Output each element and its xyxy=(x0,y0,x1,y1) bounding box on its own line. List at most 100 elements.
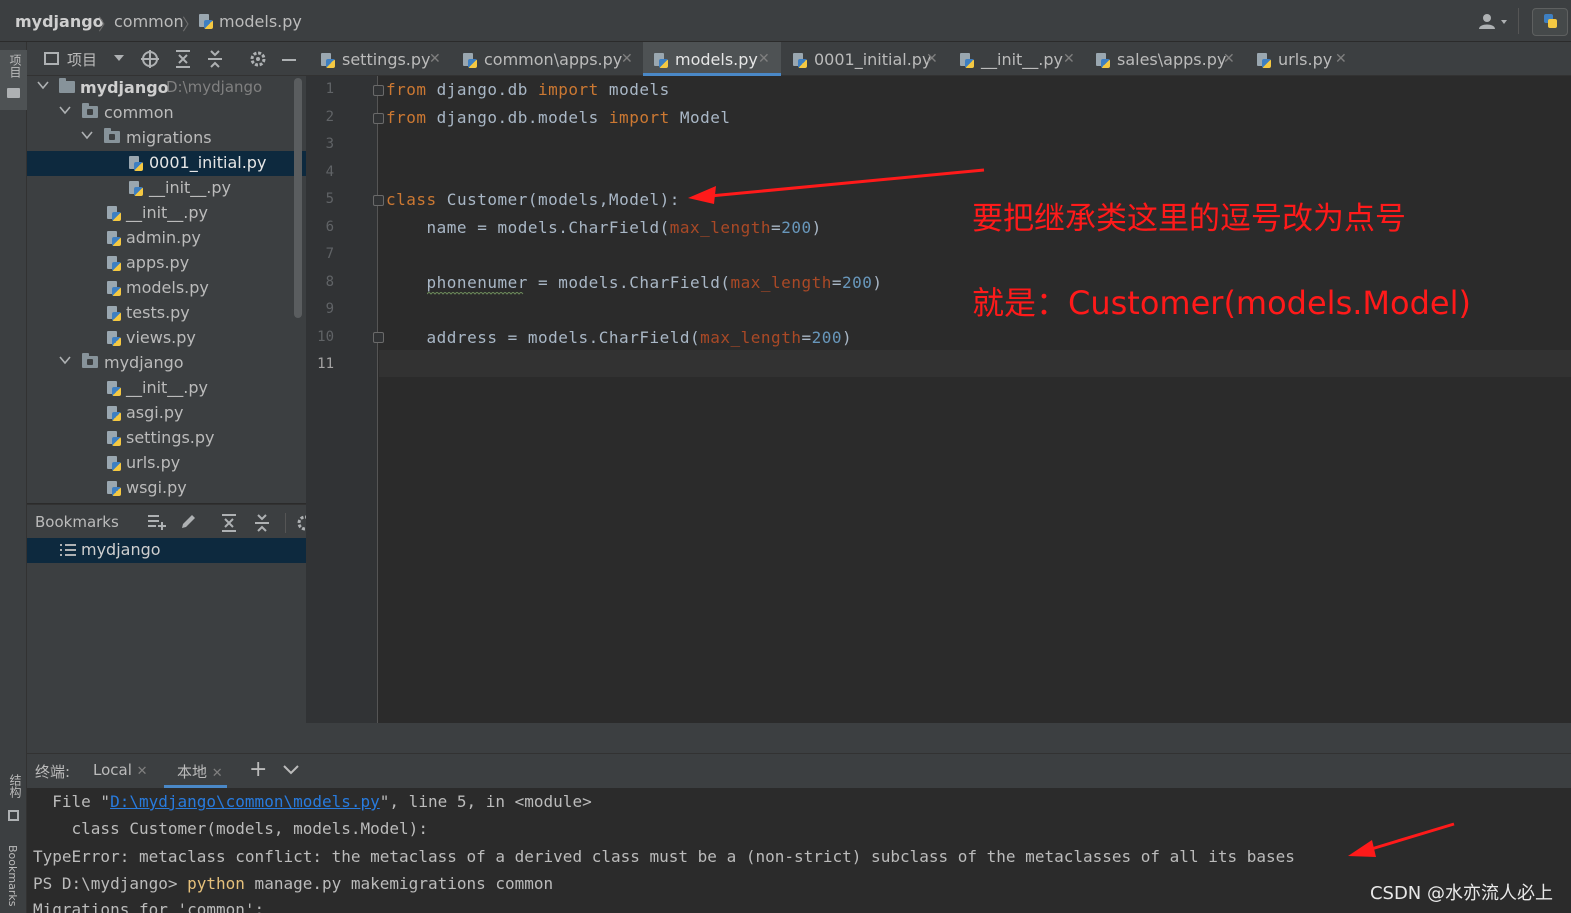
bookmark-list-item[interactable]: mydjango xyxy=(27,538,306,563)
chevron-down-icon[interactable] xyxy=(113,53,125,63)
terminal-line: class Customer(models, models.Model): xyxy=(33,819,428,838)
breadcrumb-folder[interactable]: common xyxy=(114,12,184,31)
line-number: 2 xyxy=(325,109,334,125)
close-icon[interactable]: ✕ xyxy=(212,766,223,781)
tree-item[interactable]: models.py xyxy=(27,276,306,301)
tree-item[interactable]: __init__.py xyxy=(27,176,306,201)
close-icon[interactable]: ✕ xyxy=(926,51,938,67)
tree-item[interactable]: common xyxy=(27,101,306,126)
account-icon[interactable] xyxy=(1478,13,1512,31)
project-tool-label[interactable]: 项目 xyxy=(7,54,24,78)
tree-item[interactable]: views.py xyxy=(27,326,306,351)
close-icon[interactable]: ✕ xyxy=(621,51,633,67)
terminal-prompt-line: PS D:\mydjango> python manage.py makemig… xyxy=(33,874,554,893)
python-file-icon xyxy=(1256,53,1272,69)
tree-item-label: mydjango xyxy=(80,78,169,97)
collapse-all-icon[interactable] xyxy=(206,49,224,69)
close-icon[interactable]: ✕ xyxy=(1063,51,1075,67)
fold-marker-icon[interactable] xyxy=(373,195,384,206)
tab-label: sales\apps.py xyxy=(1117,50,1227,69)
folder-icon xyxy=(59,78,75,93)
python-interpreter-icon[interactable] xyxy=(1532,8,1568,36)
python-file-icon xyxy=(106,256,122,272)
new-terminal-icon[interactable]: + xyxy=(249,757,267,782)
divider xyxy=(285,513,286,533)
breadcrumb-project[interactable]: mydjango xyxy=(15,12,104,31)
collapse-all-icon[interactable] xyxy=(253,513,271,533)
python-file-icon xyxy=(106,481,122,497)
tree-item[interactable]: mydjango xyxy=(27,351,306,376)
tree-item[interactable]: admin.py xyxy=(27,226,306,251)
code-line-6: name = models.CharField(max_length=200) xyxy=(386,218,822,237)
tree-item[interactable]: asgi.py xyxy=(27,401,306,426)
project-scrollbar[interactable] xyxy=(294,78,302,318)
file-link[interactable]: D:\mydjango\common\models.py xyxy=(110,792,380,811)
close-icon[interactable]: ✕ xyxy=(758,51,770,67)
tree-item-selected[interactable]: 0001_initial.py xyxy=(27,151,306,176)
current-line-highlight xyxy=(379,350,1571,377)
locate-file-icon[interactable] xyxy=(140,49,160,69)
structure-icon xyxy=(8,810,19,821)
terminal-tab-local[interactable]: Local ✕ xyxy=(93,761,148,779)
breadcrumb-separator-icon: 〉 xyxy=(98,15,115,34)
gear-icon[interactable] xyxy=(248,49,268,69)
close-icon[interactable]: ✕ xyxy=(429,51,441,67)
tab-init[interactable]: __init__.py ✕ xyxy=(953,42,1083,76)
python-file-icon xyxy=(462,53,478,69)
close-icon[interactable]: ✕ xyxy=(1223,51,1235,67)
tree-item[interactable]: __init__.py xyxy=(27,201,306,226)
project-panel-toolbar: 项目 xyxy=(27,42,306,76)
bookmarks-tool-label[interactable]: Bookmarks xyxy=(6,845,19,906)
tree-item[interactable]: __init__.py xyxy=(27,376,306,401)
tab-0001-initial[interactable]: 0001_initial.py ✕ xyxy=(786,42,946,76)
left-tool-strip: 项目 结构 Bookmarks xyxy=(0,42,27,913)
close-icon[interactable]: ✕ xyxy=(137,764,148,779)
fold-marker-icon[interactable] xyxy=(373,113,384,124)
terminal-tab-bendi[interactable]: 本地 ✕ xyxy=(164,761,227,788)
tree-item-label: urls.py xyxy=(126,453,181,472)
divider xyxy=(1518,8,1519,34)
tree-item[interactable]: apps.py xyxy=(27,251,306,276)
tree-item[interactable]: settings.py xyxy=(27,426,306,451)
typo-underline xyxy=(427,292,525,295)
edit-icon[interactable] xyxy=(179,513,197,531)
tab-sales-apps[interactable]: sales\apps.py ✕ xyxy=(1089,42,1244,76)
tab-urls[interactable]: urls.py ✕ xyxy=(1250,42,1360,76)
fold-marker-icon[interactable] xyxy=(373,332,384,343)
tab-common-apps[interactable]: common\apps.py ✕ xyxy=(456,42,636,76)
breadcrumb-file[interactable]: models.py xyxy=(219,12,302,31)
terminal-tab-label: Local xyxy=(93,761,132,779)
python-file-icon xyxy=(106,456,122,472)
python-file-icon xyxy=(128,156,144,172)
code-line-1: from django.db import models xyxy=(386,80,670,99)
line-number: 5 xyxy=(325,191,334,207)
python-file-icon xyxy=(198,14,214,30)
chevron-down-icon[interactable] xyxy=(283,765,299,775)
tree-item[interactable]: mydjango D:\mydjango xyxy=(27,76,306,101)
tree-item-label: migrations xyxy=(126,128,212,147)
gear-icon[interactable] xyxy=(295,513,306,533)
expand-all-icon[interactable] xyxy=(220,513,238,533)
python-file-icon xyxy=(106,206,122,222)
close-icon[interactable]: ✕ xyxy=(1335,51,1347,67)
fold-marker-icon[interactable] xyxy=(373,85,384,96)
tab-label: __init__.py xyxy=(981,50,1064,69)
project-panel-title[interactable]: 项目 xyxy=(67,49,97,70)
tree-item[interactable]: migrations xyxy=(27,126,306,151)
tree-item-label: views.py xyxy=(126,328,196,347)
line-number-current: 11 xyxy=(317,356,334,372)
terminal-line: File "D:\mydjango\common\models.py", lin… xyxy=(33,792,592,811)
tree-item[interactable]: wsgi.py xyxy=(27,476,306,501)
watermark: CSDN @水亦流人必上 xyxy=(1369,883,1553,904)
tab-models[interactable]: models.py ✕ xyxy=(643,42,781,76)
tree-item[interactable]: urls.py xyxy=(27,451,306,476)
tab-settings[interactable]: settings.py ✕ xyxy=(314,42,449,76)
add-bookmark-list-icon[interactable] xyxy=(147,513,167,531)
structure-tool-label[interactable]: 结构 xyxy=(7,774,24,798)
line-number: 10 xyxy=(317,329,334,345)
terminal-line: Migrations for 'common': xyxy=(33,900,265,913)
tab-label: common\apps.py xyxy=(484,50,623,69)
expand-all-icon[interactable] xyxy=(174,49,192,69)
tree-item[interactable]: tests.py xyxy=(27,301,306,326)
hide-panel-icon[interactable] xyxy=(282,59,296,61)
